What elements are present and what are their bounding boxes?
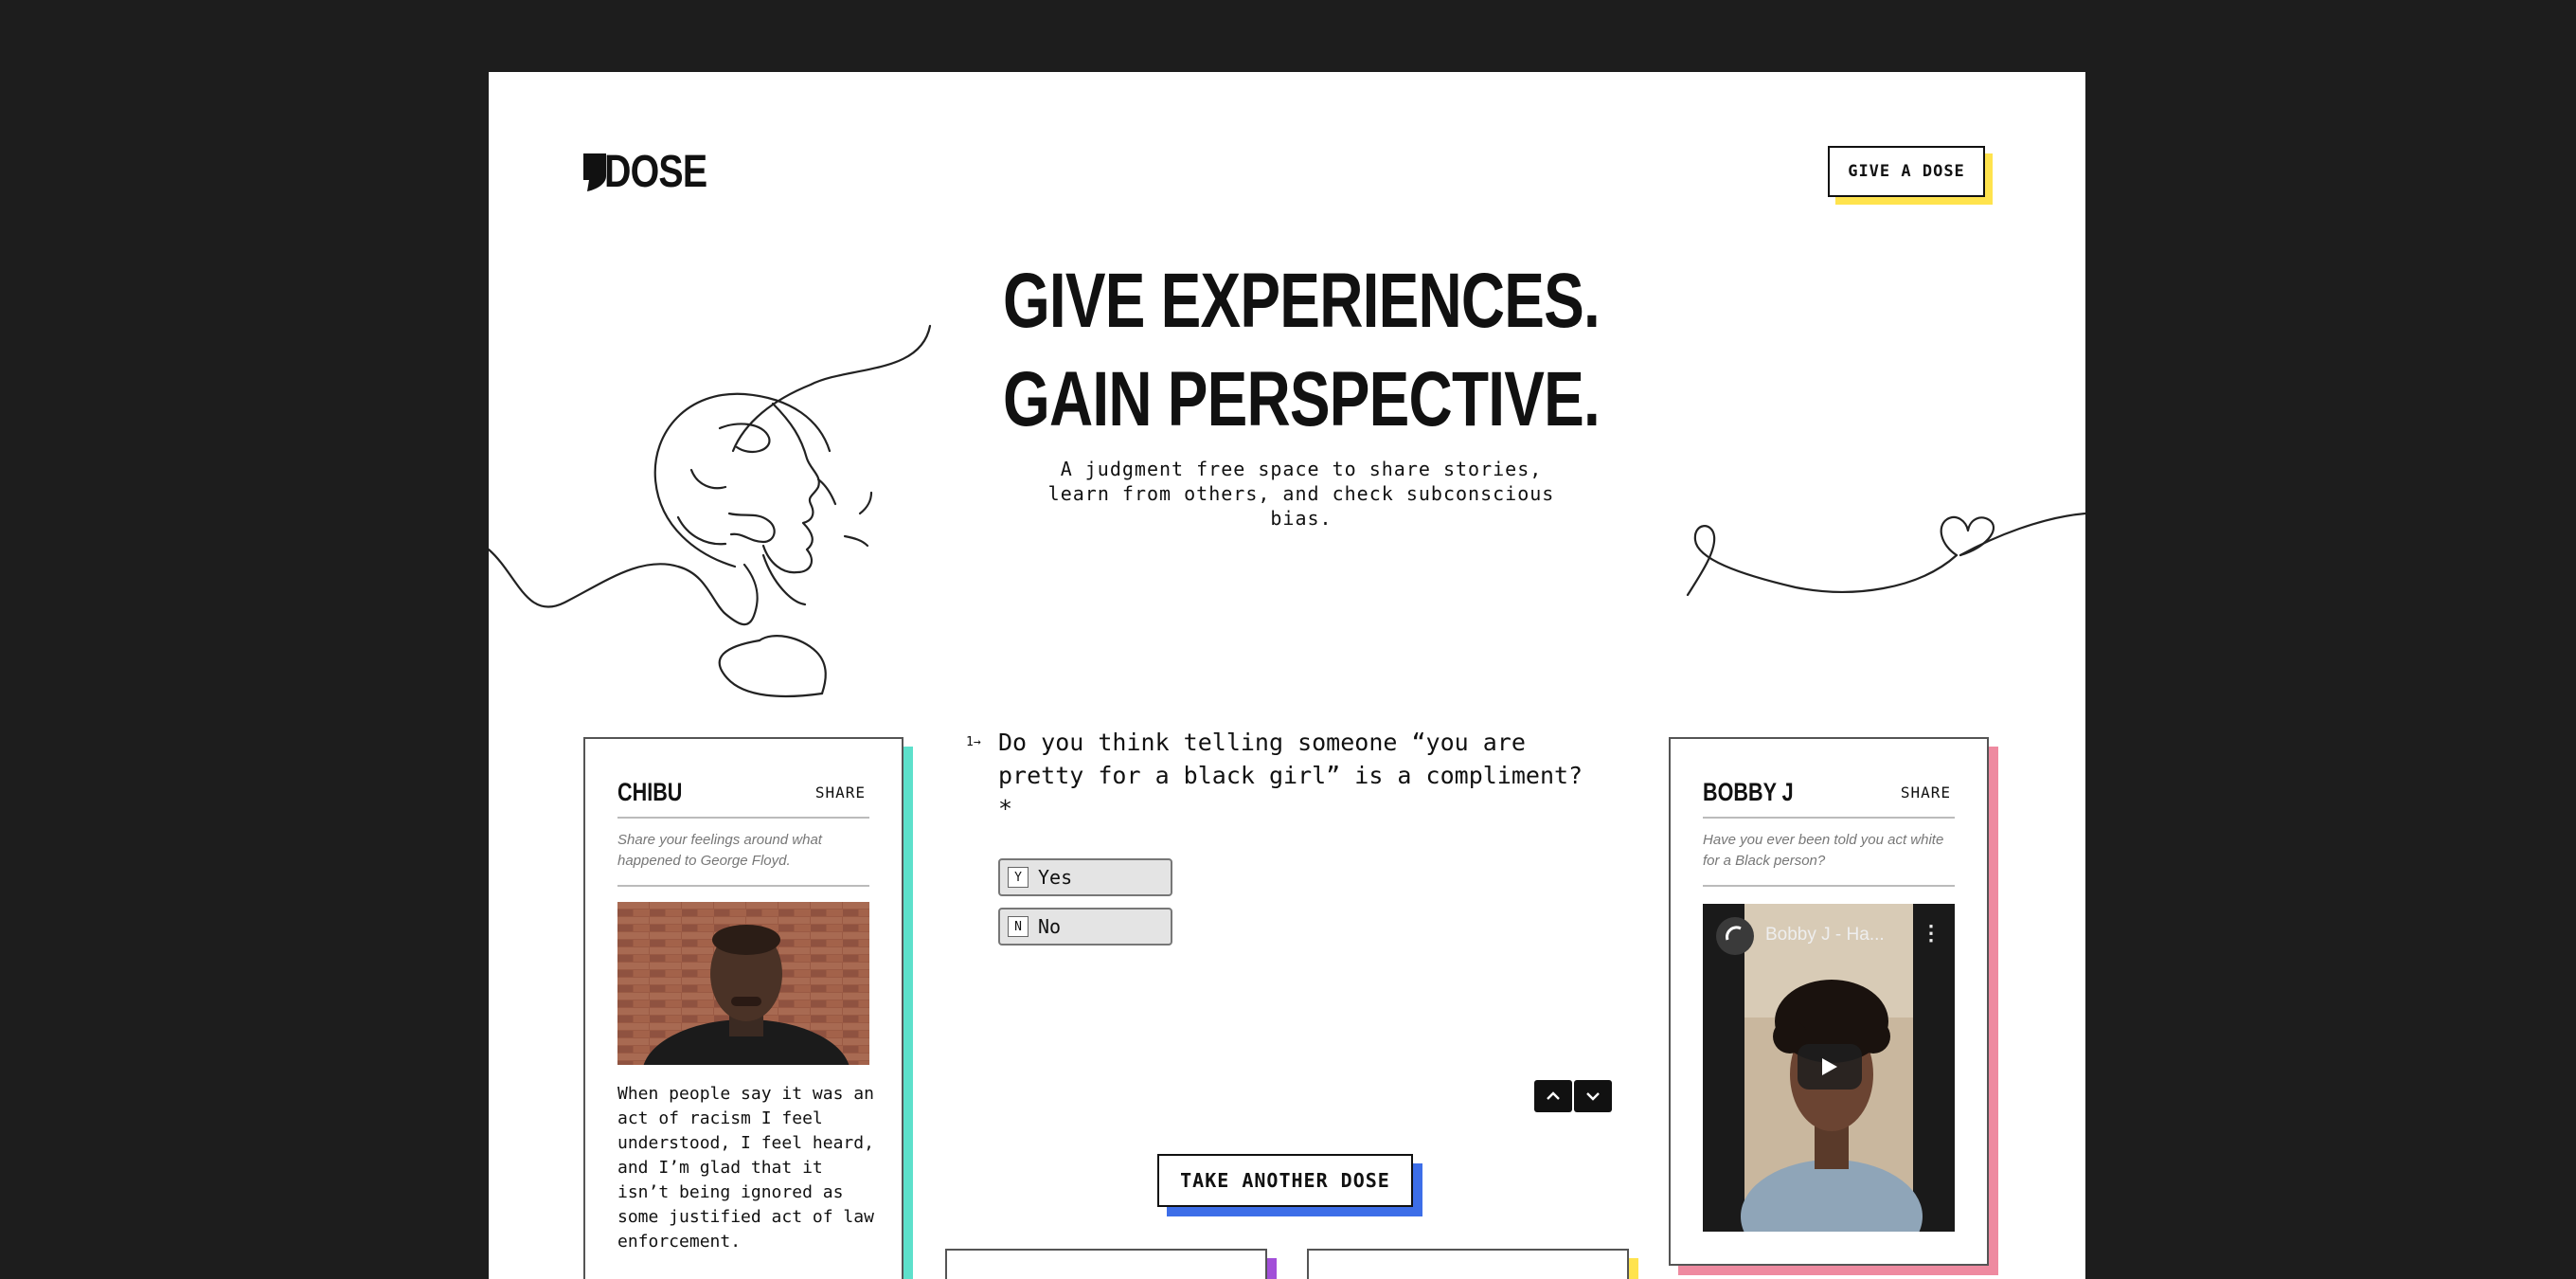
- logo-mark-icon: [583, 153, 606, 191]
- card-author-name: CHIBU: [617, 777, 683, 806]
- story-card-preview[interactable]: [945, 1249, 1267, 1279]
- choice-label: No: [1038, 915, 1062, 938]
- card-prompt: Share your feelings around what happened…: [617, 830, 869, 887]
- previous-question-button[interactable]: [1534, 1080, 1572, 1112]
- story-photo: [617, 902, 869, 1065]
- logo-text: DOSE: [604, 147, 707, 197]
- hero-title-line-1: GIVE EXPERIENCES.: [1002, 258, 1601, 344]
- story-card-chibu[interactable]: CHIBU SHARE Share your feelings around w…: [583, 737, 903, 1279]
- hero-title-line-2: GAIN PERSPECTIVE.: [1002, 356, 1601, 442]
- arrow-right-icon: →: [973, 735, 981, 749]
- chevron-up-icon: [1547, 1091, 1560, 1100]
- share-button[interactable]: SHARE: [812, 784, 869, 802]
- card-author-name: BOBBY J: [1703, 777, 1794, 806]
- story-card-bobby-j[interactable]: BOBBY J SHARE Have you ever been told yo…: [1669, 737, 1989, 1266]
- card-header: CHIBU SHARE: [617, 767, 869, 819]
- card-quote: When people say it was an act of racism …: [617, 1084, 874, 1252]
- video-player[interactable]: Bobby J - Ha... ⋮: [1703, 904, 1955, 1232]
- next-question-button[interactable]: [1574, 1080, 1612, 1112]
- give-a-dose-button[interactable]: GIVE A DOSE: [1828, 146, 1985, 197]
- story-card-preview[interactable]: [1307, 1249, 1629, 1279]
- video-title[interactable]: Bobby J - Ha...: [1765, 925, 1885, 946]
- card-prompt: Have you ever been told you act white fo…: [1703, 830, 1955, 887]
- choice-key: N: [1008, 916, 1029, 937]
- choice-label: Yes: [1038, 866, 1073, 889]
- take-another-dose-button[interactable]: TAKE ANOTHER DOSE: [1157, 1154, 1413, 1207]
- hero-title: GIVE EXPERIENCES. GAIN PERSPECTIVE.: [868, 252, 1735, 449]
- more-vertical-icon[interactable]: ⋮: [1921, 921, 1941, 946]
- choice-no[interactable]: N No: [998, 908, 1172, 946]
- play-icon: [1822, 1058, 1837, 1075]
- channel-avatar-icon: [1716, 917, 1754, 955]
- question-navigation: [1534, 1080, 1612, 1112]
- portrait-photo-icon: [617, 902, 869, 1065]
- card-header: BOBBY J SHARE: [1703, 767, 1955, 819]
- heart-line-art-icon: [1686, 512, 2085, 597]
- page: DOSE GIVE A DOSE GIVE EXPERIENCES. GAIN …: [489, 72, 2085, 1279]
- share-button[interactable]: SHARE: [1897, 784, 1955, 802]
- choice-key: Y: [1008, 867, 1029, 888]
- question-number-text: 1: [966, 735, 974, 749]
- play-button[interactable]: [1798, 1044, 1862, 1090]
- question-number: 1→: [966, 735, 981, 750]
- question-text: Do you think telling someone “you are pr…: [998, 729, 1583, 822]
- choice-yes[interactable]: Y Yes: [998, 858, 1172, 896]
- chevron-down-icon: [1586, 1092, 1600, 1101]
- dose-logo[interactable]: DOSE: [583, 147, 729, 197]
- hero-subtitle: A judgment free space to share stories, …: [1047, 458, 1555, 530]
